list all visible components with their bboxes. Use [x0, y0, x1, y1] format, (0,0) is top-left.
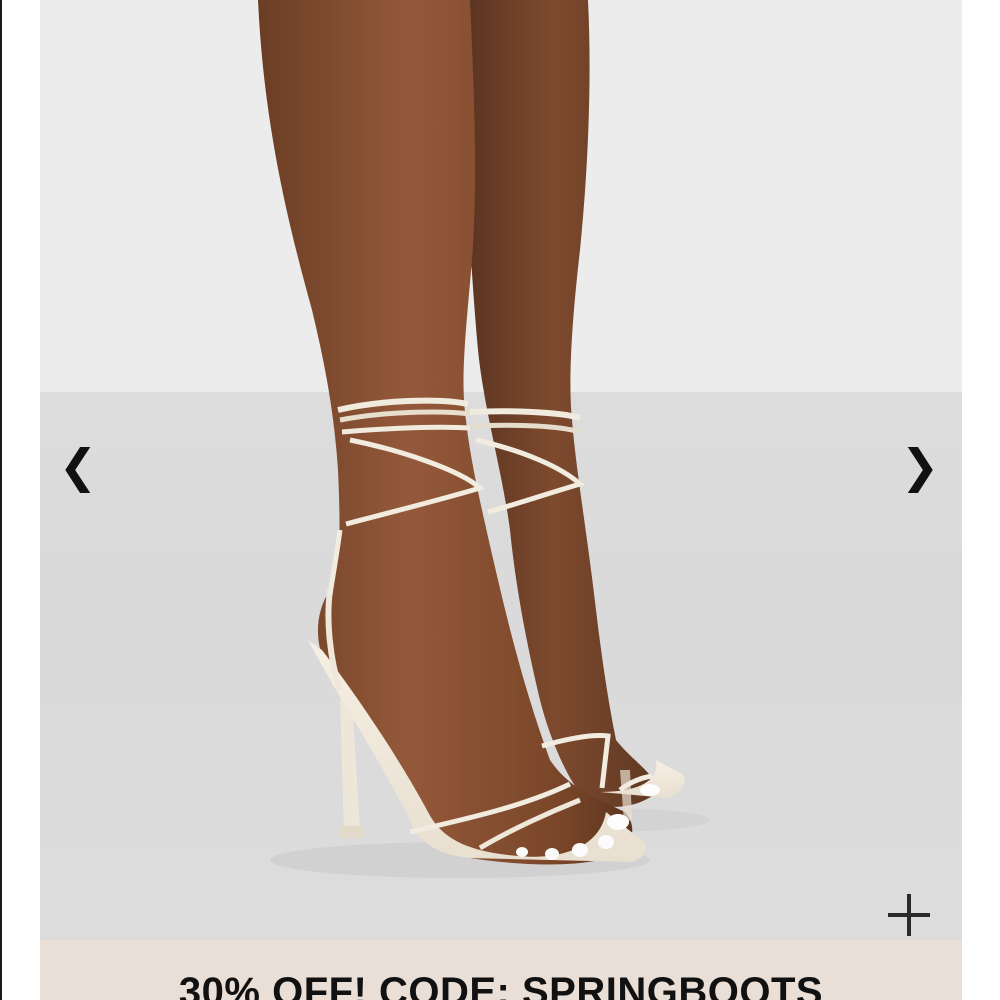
promo-banner[interactable]: 30% OFF! CODE: SPRINGBOOTS — [40, 940, 962, 1000]
promo-code-text: 30% OFF! CODE: SPRINGBOOTS — [178, 970, 824, 1000]
product-image-carousel[interactable]: ❮ ❯ — [40, 0, 962, 940]
plus-icon — [888, 894, 930, 936]
product-photo-lace-up-sandals — [258, 0, 710, 878]
zoom-button[interactable] — [884, 890, 934, 940]
chevron-right-icon[interactable]: ❯ — [901, 438, 940, 494]
chevron-left-icon[interactable]: ❮ — [59, 438, 98, 494]
screen-edge — [0, 0, 2, 1000]
